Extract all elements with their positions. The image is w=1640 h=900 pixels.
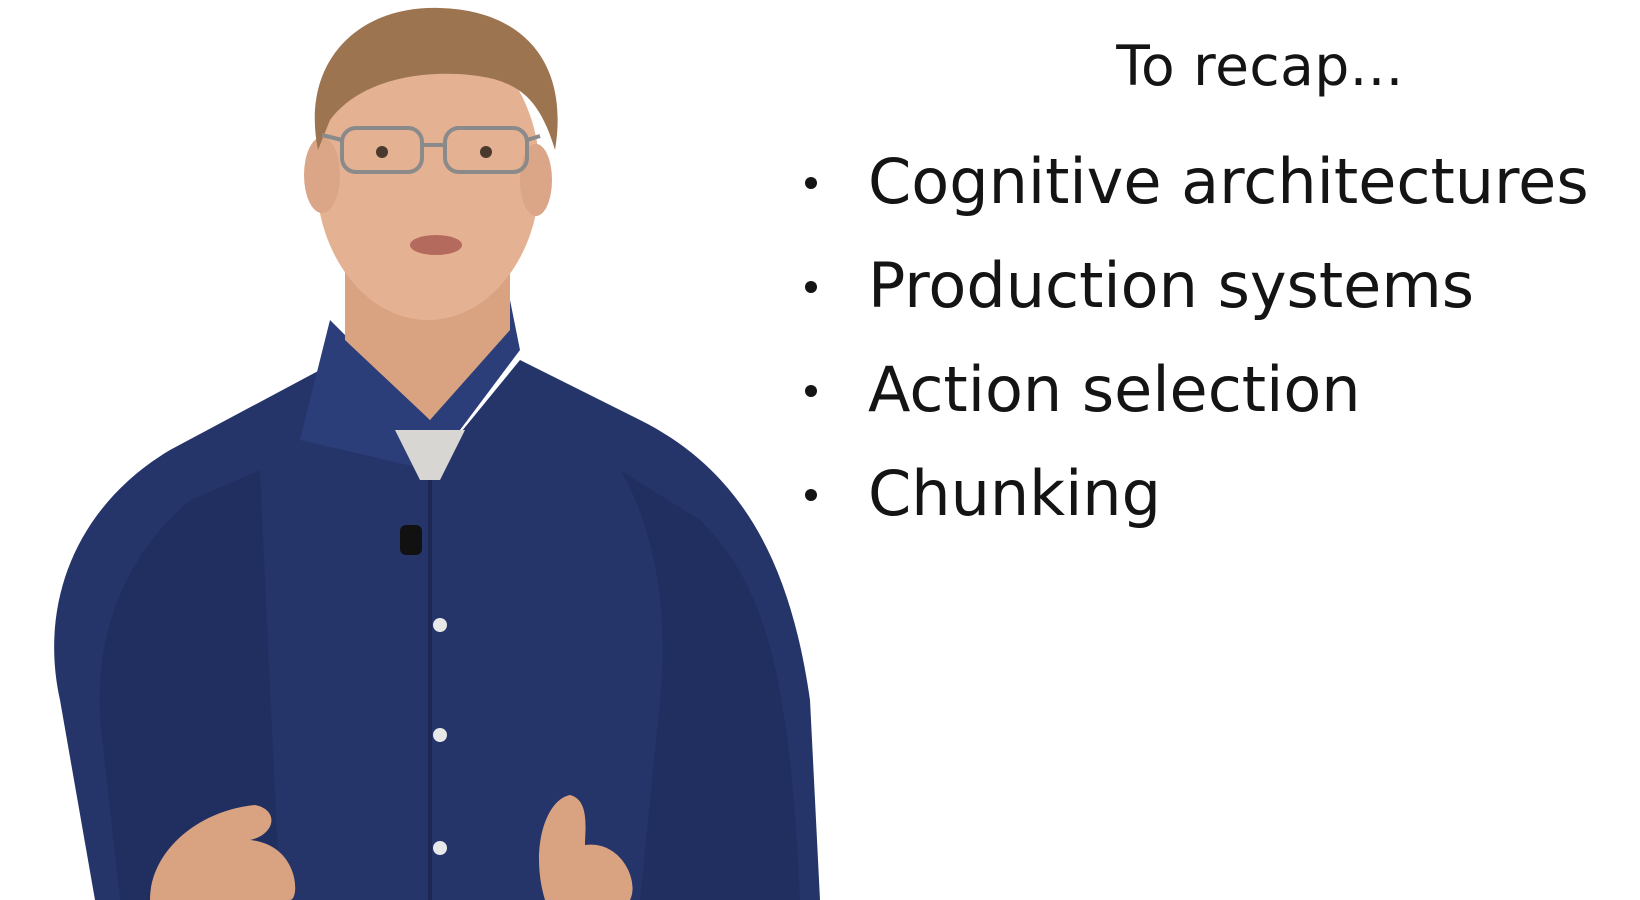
bullet-dot-icon bbox=[805, 177, 817, 189]
slide-content: To recap... Cognitive architectures Prod… bbox=[790, 0, 1630, 900]
presenter-ear bbox=[304, 137, 340, 213]
bullet-item: Production systems bbox=[790, 234, 1589, 338]
bullet-item: Chunking bbox=[790, 442, 1589, 546]
bullet-dot-icon bbox=[805, 385, 817, 397]
bullet-item: Cognitive architectures bbox=[790, 130, 1589, 234]
bullet-dot-icon bbox=[805, 489, 817, 501]
presenter-ear bbox=[520, 144, 552, 216]
presenter-figure bbox=[54, 7, 820, 900]
bullet-text: Action selection bbox=[868, 353, 1361, 426]
shirt-button bbox=[433, 728, 447, 742]
shirt-button bbox=[433, 618, 447, 632]
lapel-microphone bbox=[400, 525, 422, 555]
bullet-text: Cognitive architectures bbox=[868, 145, 1589, 218]
bullet-list: Cognitive architectures Production syste… bbox=[790, 130, 1589, 546]
presenter-eye bbox=[480, 146, 492, 158]
bullet-text: Production systems bbox=[868, 249, 1475, 322]
bullet-dot-icon bbox=[805, 281, 817, 293]
shirt-button bbox=[433, 841, 447, 855]
presenter-mouth bbox=[410, 235, 462, 255]
slide-title: To recap... bbox=[1116, 34, 1404, 98]
presenter-eye bbox=[376, 146, 388, 158]
bullet-item: Action selection bbox=[790, 338, 1589, 442]
bullet-text: Chunking bbox=[868, 457, 1161, 530]
